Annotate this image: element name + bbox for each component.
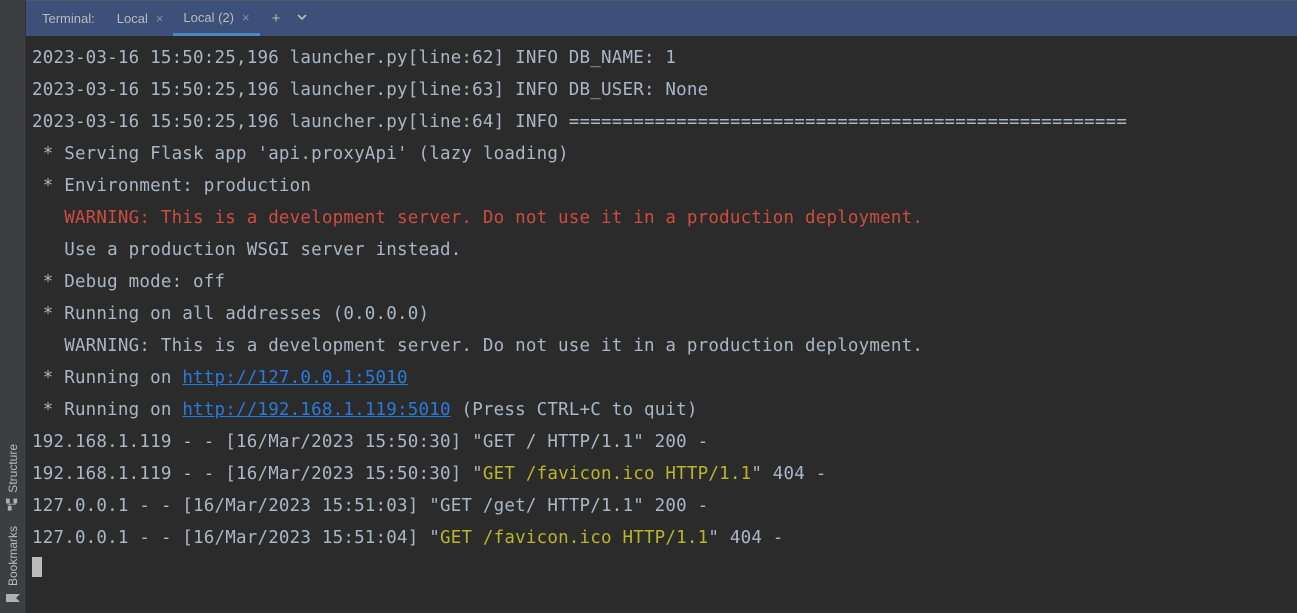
toolwindow-sidebar: Structure Bookmarks xyxy=(0,0,26,613)
terminal-line: 127.0.0.1 - - [16/Mar/2023 15:51:03] "GE… xyxy=(32,490,1291,522)
terminal-line: * Serving Flask app 'api.proxyApi' (lazy… xyxy=(32,138,1291,170)
terminal-line: WARNING: This is a development server. D… xyxy=(32,202,1291,234)
terminal-line: 2023-03-16 15:50:25,196 launcher.py[line… xyxy=(32,74,1291,106)
terminal-line xyxy=(32,554,1291,586)
new-terminal-button[interactable]: + xyxy=(260,10,293,27)
terminal-line: * Environment: production xyxy=(32,170,1291,202)
terminal-link[interactable]: http://192.168.1.119:5010 xyxy=(182,400,450,420)
terminal-line: WARNING: This is a development server. D… xyxy=(32,330,1291,362)
terminal-title: Terminal: xyxy=(30,11,107,26)
structure-icon xyxy=(6,498,20,512)
terminal-line: * Debug mode: off xyxy=(32,266,1291,298)
close-icon[interactable]: × xyxy=(242,10,250,25)
terminal-more-chevron[interactable] xyxy=(292,11,312,26)
tab-label: Local (2) xyxy=(183,10,234,25)
terminal-link[interactable]: http://127.0.0.1:5010 xyxy=(182,368,407,388)
terminal-tab[interactable]: Local × xyxy=(107,1,174,36)
sidebar-item-label: Structure xyxy=(6,444,20,493)
terminal-line: 192.168.1.119 - - [16/Mar/2023 15:50:30]… xyxy=(32,458,1291,490)
terminal-line: * Running on all addresses (0.0.0.0) xyxy=(32,298,1291,330)
terminal-line: * Running on http://127.0.0.1:5010 xyxy=(32,362,1291,394)
terminal-line: 127.0.0.1 - - [16/Mar/2023 15:51:04] "GE… xyxy=(32,522,1291,554)
terminal-cursor xyxy=(32,557,42,577)
terminal-line: Use a production WSGI server instead. xyxy=(32,234,1291,266)
terminal-panel: Terminal: Local × Local (2) × + 2023-03-16 … xyxy=(26,0,1297,613)
terminal-tab-bar: Terminal: Local × Local (2) × + xyxy=(26,0,1297,36)
tabs-container: Local × Local (2) × xyxy=(107,1,260,36)
sidebar-item-structure[interactable]: Structure xyxy=(6,442,20,514)
terminal-line: 2023-03-16 15:50:25,196 launcher.py[line… xyxy=(32,42,1291,74)
chevron-down-icon xyxy=(296,11,308,23)
terminal-line: 2023-03-16 15:50:25,196 launcher.py[line… xyxy=(32,106,1291,138)
close-icon[interactable]: × xyxy=(156,11,164,26)
terminal-output[interactable]: 2023-03-16 15:50:25,196 launcher.py[line… xyxy=(26,36,1297,613)
sidebar-item-label: Bookmarks xyxy=(6,526,20,586)
terminal-line: 192.168.1.119 - - [16/Mar/2023 15:50:30]… xyxy=(32,426,1291,458)
terminal-tab[interactable]: Local (2) × xyxy=(173,1,259,36)
terminal-line: * Running on http://192.168.1.119:5010 (… xyxy=(32,394,1291,426)
bookmark-icon xyxy=(6,591,20,605)
sidebar-item-bookmarks[interactable]: Bookmarks xyxy=(6,524,20,607)
tab-label: Local xyxy=(117,11,148,26)
